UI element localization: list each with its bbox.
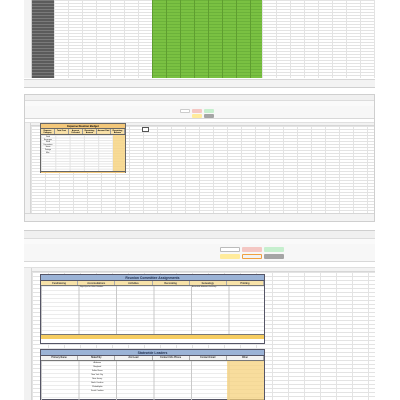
sheet-tabs-bar[interactable] [25,213,374,221]
budget-col-header: Total Cost [55,129,69,134]
budget-col-header: Remaining Amount [83,129,97,134]
remaining-balance-column [113,135,125,172]
style-calculation-swatch[interactable] [242,254,262,259]
leaders-col-header: Primary Name [41,356,79,360]
style-check-swatch[interactable] [204,114,214,118]
budget-total-row [41,170,125,173]
style-normal-swatch[interactable] [220,247,240,252]
budget-col-header: Amount Collected [69,129,83,134]
status-bar [24,79,375,87]
reunion-col-header: Activities [115,281,153,285]
style-bad-swatch[interactable] [192,109,202,113]
screenshot-collage: Expense Reunion Budget Expense Category … [0,0,400,400]
cell-grid-left[interactable] [54,0,152,78]
budget-col-header: Amount Paid [97,129,111,134]
budget-col-header: Remaining Balance [111,129,125,134]
ribbon-toolbar[interactable] [24,244,375,262]
leaders-col-header: Contact Email [190,356,227,360]
reunion-col-header: Decorating [153,281,190,285]
budget-body[interactable]: Food Beverages Shirts Decorations Venue … [41,135,125,173]
leaders-col-header: Other [227,356,265,360]
leaders-body[interactable]: Alabama Maryland Dallas/Texas New York C… [41,361,264,400]
leaders-col-header: Contact Info Phone [153,356,190,360]
reunion-col-header: Printing [227,281,265,285]
style-neutral-swatch[interactable] [192,114,202,118]
row-headers [24,268,32,400]
reunion-col-header: Fundraising [41,281,79,285]
leaders-col-header: State/City [78,356,116,360]
reunion-committee-table: Reunion Committee Assignments Fundraisin… [40,274,265,344]
reunion-col-header: Accomodations [78,281,116,285]
style-check-cell-swatch[interactable] [264,254,284,259]
selected-cell[interactable] [142,127,149,132]
title-bar [24,231,375,239]
dark-filled-column [32,0,54,78]
cell-grid-right[interactable] [262,0,375,78]
style-good-swatch[interactable] [204,109,214,113]
ribbon-toolbar[interactable] [25,106,374,119]
green-highlighted-range[interactable] [152,0,262,78]
reunion-footer-row [41,334,264,339]
spreadsheet-window-top [24,0,375,88]
style-bad-swatch[interactable] [242,247,262,252]
expense-budget-table: Expense Reunion Budget Expense Category … [40,123,126,173]
list-item: South Carolina [90,390,104,392]
statewide-leaders-table: Statewide Leaders Primary Name State/Cit… [40,349,265,400]
style-good-swatch[interactable] [264,247,284,252]
row-headers [24,0,32,78]
state-city-list: Alabama Maryland Dallas/Texas New York C… [79,361,117,393]
reunion-body[interactable]: Sign-Ups for Other Vendors Assemble Hist… [41,286,264,339]
accommodations-note: Sign-Ups for Other Vendors [80,286,104,288]
other-column-highlight [227,361,264,400]
leaders-col-header: 2nd Lead [115,356,153,360]
style-normal-swatch[interactable] [180,109,190,113]
budget-category-list: Food Beverages Shirts Decorations Venue … [42,136,54,154]
reunion-col-header: Genealogy [190,281,227,285]
style-neutral-swatch[interactable] [220,254,240,259]
genealogy-note: Assemble Historian Directory [192,286,217,288]
list-item: Misc. [46,151,50,154]
budget-col-header: Expense Category [41,129,55,134]
